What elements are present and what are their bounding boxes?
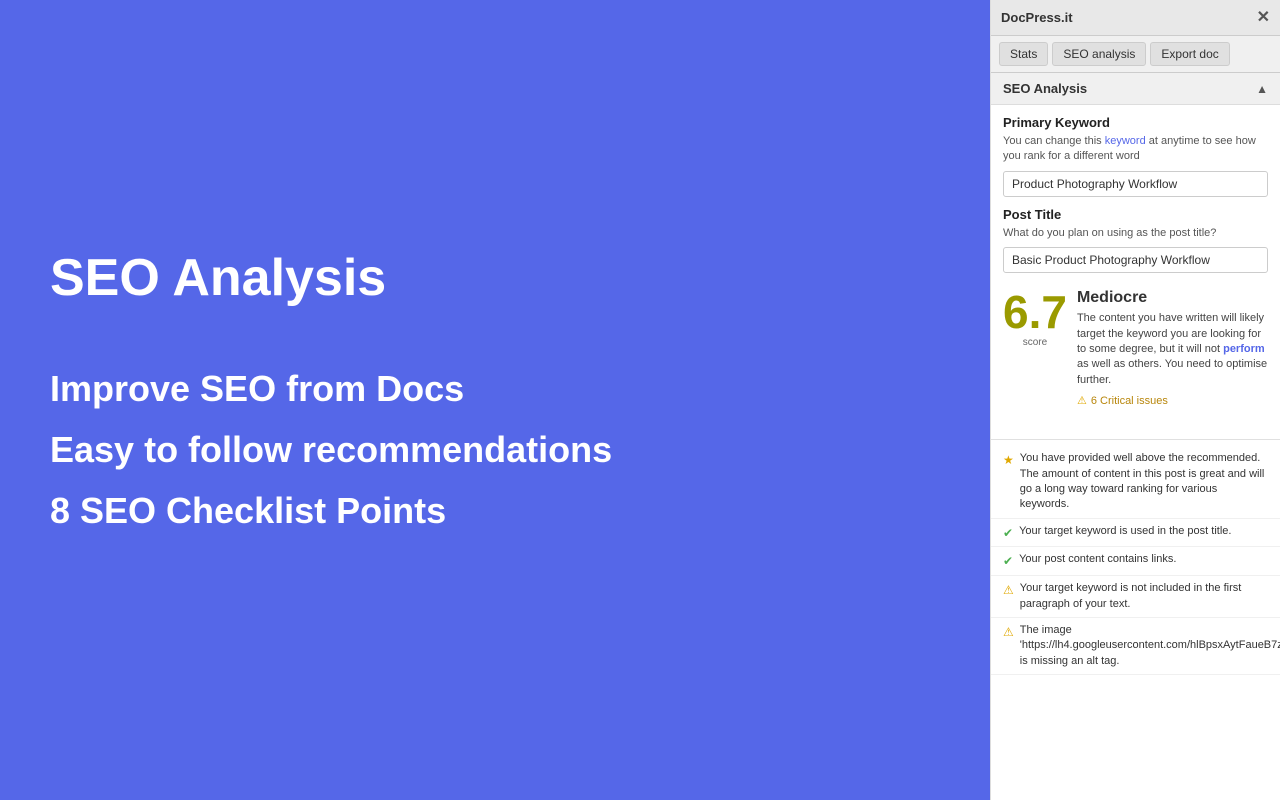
score-info: Mediocre The content you have written wi…	[1077, 289, 1268, 407]
primary-keyword-section: Primary Keyword You can change this keyw…	[1003, 115, 1268, 207]
star-icon: ★	[1003, 452, 1014, 469]
main-heading: SEO Analysis	[50, 250, 940, 307]
score-number: 6.7	[1003, 289, 1067, 335]
checklist-text-3: Your target keyword is not included in t…	[1020, 581, 1268, 612]
section-divider	[991, 439, 1280, 440]
post-title-section: Post Title What do you plan on using as …	[1003, 207, 1268, 283]
seo-section-header: SEO Analysis ▲	[991, 73, 1280, 105]
feature-1: Improve SEO from Docs	[50, 367, 940, 410]
score-desc-part3: as well as others. You need to optimise …	[1077, 358, 1267, 385]
check-icon-1: ✔	[1003, 525, 1013, 542]
checklist-text-1: Your target keyword is used in the post …	[1019, 524, 1268, 539]
checklist-text-2: Your post content contains links.	[1019, 552, 1268, 567]
warn-icon-4: ⚠	[1003, 624, 1014, 641]
score-title: Mediocre	[1077, 289, 1268, 307]
stats-button[interactable]: Stats	[999, 42, 1048, 66]
critical-issues-text: 6 Critical issues	[1091, 395, 1168, 407]
feature-3: 8 SEO Checklist Points	[50, 489, 940, 532]
primary-keyword-label: Primary Keyword	[1003, 115, 1268, 130]
checklist-text-4: The image 'https://lh4.googleusercontent…	[1020, 623, 1280, 669]
post-title-label: Post Title	[1003, 207, 1268, 222]
checklist-text-0: You have provided well above the recomme…	[1020, 451, 1268, 513]
panel-content: SEO Analysis ▲ Primary Keyword You can c…	[991, 73, 1280, 800]
panel-toolbar: Stats SEO analysis Export doc	[991, 36, 1280, 73]
check-icon-2: ✔	[1003, 553, 1013, 570]
score-number-wrap: 6.7 score	[1003, 289, 1067, 348]
export-doc-button[interactable]: Export doc	[1150, 42, 1229, 66]
score-block: 6.7 score Mediocre The content you have …	[1003, 283, 1268, 413]
brand-name: DocPress.it	[1001, 10, 1073, 25]
collapse-arrow-icon[interactable]: ▲	[1256, 82, 1268, 96]
score-label: score	[1023, 337, 1047, 348]
post-title-desc: What do you plan on using as the post ti…	[1003, 226, 1268, 241]
checklist-item-2: ✔ Your post content contains links.	[991, 547, 1280, 576]
right-panel: DocPress.it ✕ Stats SEO analysis Export …	[990, 0, 1280, 800]
warn-icon-3: ⚠	[1003, 582, 1014, 599]
panel-header: DocPress.it ✕	[991, 0, 1280, 36]
post-title-input[interactable]	[1003, 247, 1268, 273]
checklist-item-4: ⚠ The image 'https://lh4.googleuserconte…	[991, 618, 1280, 675]
checklist-item-0: ★ You have provided well above the recom…	[991, 446, 1280, 519]
critical-warn-icon: ⚠	[1077, 394, 1087, 407]
panel-body: Primary Keyword You can change this keyw…	[991, 105, 1280, 433]
seo-analysis-button[interactable]: SEO analysis	[1052, 42, 1146, 66]
primary-keyword-desc: You can change this keyword at anytime t…	[1003, 134, 1268, 165]
left-panel: SEO Analysis Improve SEO from Docs Easy …	[0, 0, 990, 800]
checklist-list: ★ You have provided well above the recom…	[991, 446, 1280, 675]
feature-2: Easy to follow recommendations	[50, 428, 940, 471]
score-description: The content you have written will likely…	[1077, 311, 1268, 388]
pk-desc-before: You can change this	[1003, 135, 1105, 147]
seo-section-title: SEO Analysis	[1003, 81, 1087, 96]
checklist-item-3: ⚠ Your target keyword is not included in…	[991, 576, 1280, 618]
checklist-item-1: ✔ Your target keyword is used in the pos…	[991, 519, 1280, 548]
primary-keyword-input[interactable]	[1003, 171, 1268, 197]
close-button[interactable]: ✕	[1257, 10, 1270, 26]
features-list: Improve SEO from Docs Easy to follow rec…	[50, 367, 940, 551]
pk-desc-link[interactable]: keyword	[1105, 135, 1146, 147]
score-desc-highlight: perform	[1223, 343, 1265, 355]
critical-issues: ⚠ 6 Critical issues	[1077, 394, 1268, 407]
